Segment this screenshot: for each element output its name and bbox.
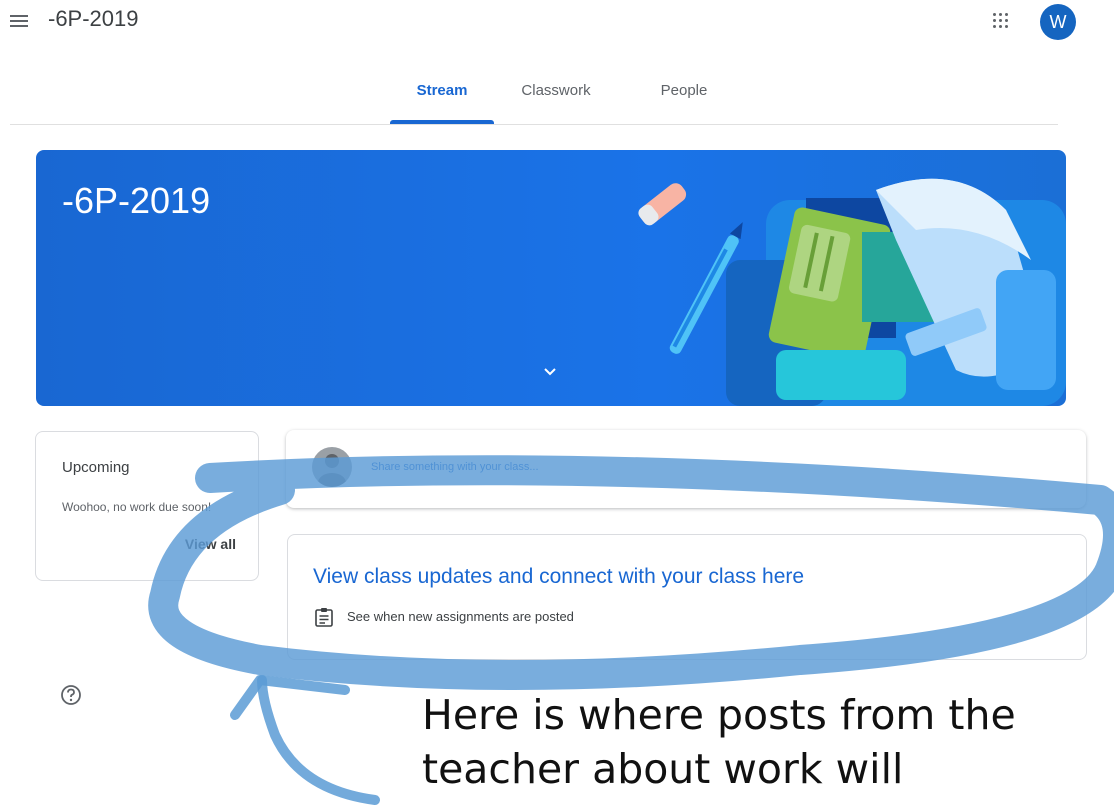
menu-icon[interactable]: [10, 12, 28, 28]
user-avatar: [312, 447, 352, 487]
help-icon[interactable]: [60, 684, 82, 706]
view-all-link[interactable]: View all: [185, 536, 236, 552]
class-updates-card: View class updates and connect with your…: [287, 534, 1087, 660]
upcoming-card: Upcoming Woohoo, no work due soon! View …: [35, 431, 259, 581]
upcoming-empty-text: Woohoo, no work due soon!: [62, 500, 212, 514]
assignment-icon: [315, 608, 333, 627]
tab-stream[interactable]: Stream: [390, 78, 494, 124]
tab-people[interactable]: People: [654, 78, 714, 124]
tabs-divider: [10, 124, 1058, 125]
annotation-text: Here is where posts from the teacher abo…: [422, 691, 1016, 793]
account-avatar[interactable]: W: [1040, 4, 1076, 40]
annotation-arrow: [257, 675, 380, 805]
class-title[interactable]: -6P-2019: [48, 6, 139, 32]
updates-title: View class updates and connect with your…: [313, 565, 805, 588]
tab-stream-label: Stream: [416, 82, 468, 99]
tab-classwork-label: Classwork: [521, 82, 591, 99]
classroom-stream-page: -6P-2019 W Stream Classwork People -6P-2…: [0, 0, 1114, 811]
banner-title[interactable]: -6P-2019: [62, 180, 210, 222]
tab-people-label: People: [660, 82, 708, 99]
share-box[interactable]: Share something with your class...: [286, 430, 1086, 508]
backpack-illustration: [638, 178, 1066, 406]
apps-icon[interactable]: [992, 12, 1010, 30]
share-placeholder: Share something with your class...: [371, 461, 539, 473]
chevron-down-icon[interactable]: [542, 366, 558, 378]
annotation-arrow-head: [230, 675, 350, 720]
tab-classwork[interactable]: Classwork: [518, 78, 594, 124]
upcoming-title: Upcoming: [62, 459, 130, 476]
updates-subtitle: See when new assignments are posted: [347, 609, 574, 624]
class-banner: -6P-2019: [36, 150, 1066, 406]
